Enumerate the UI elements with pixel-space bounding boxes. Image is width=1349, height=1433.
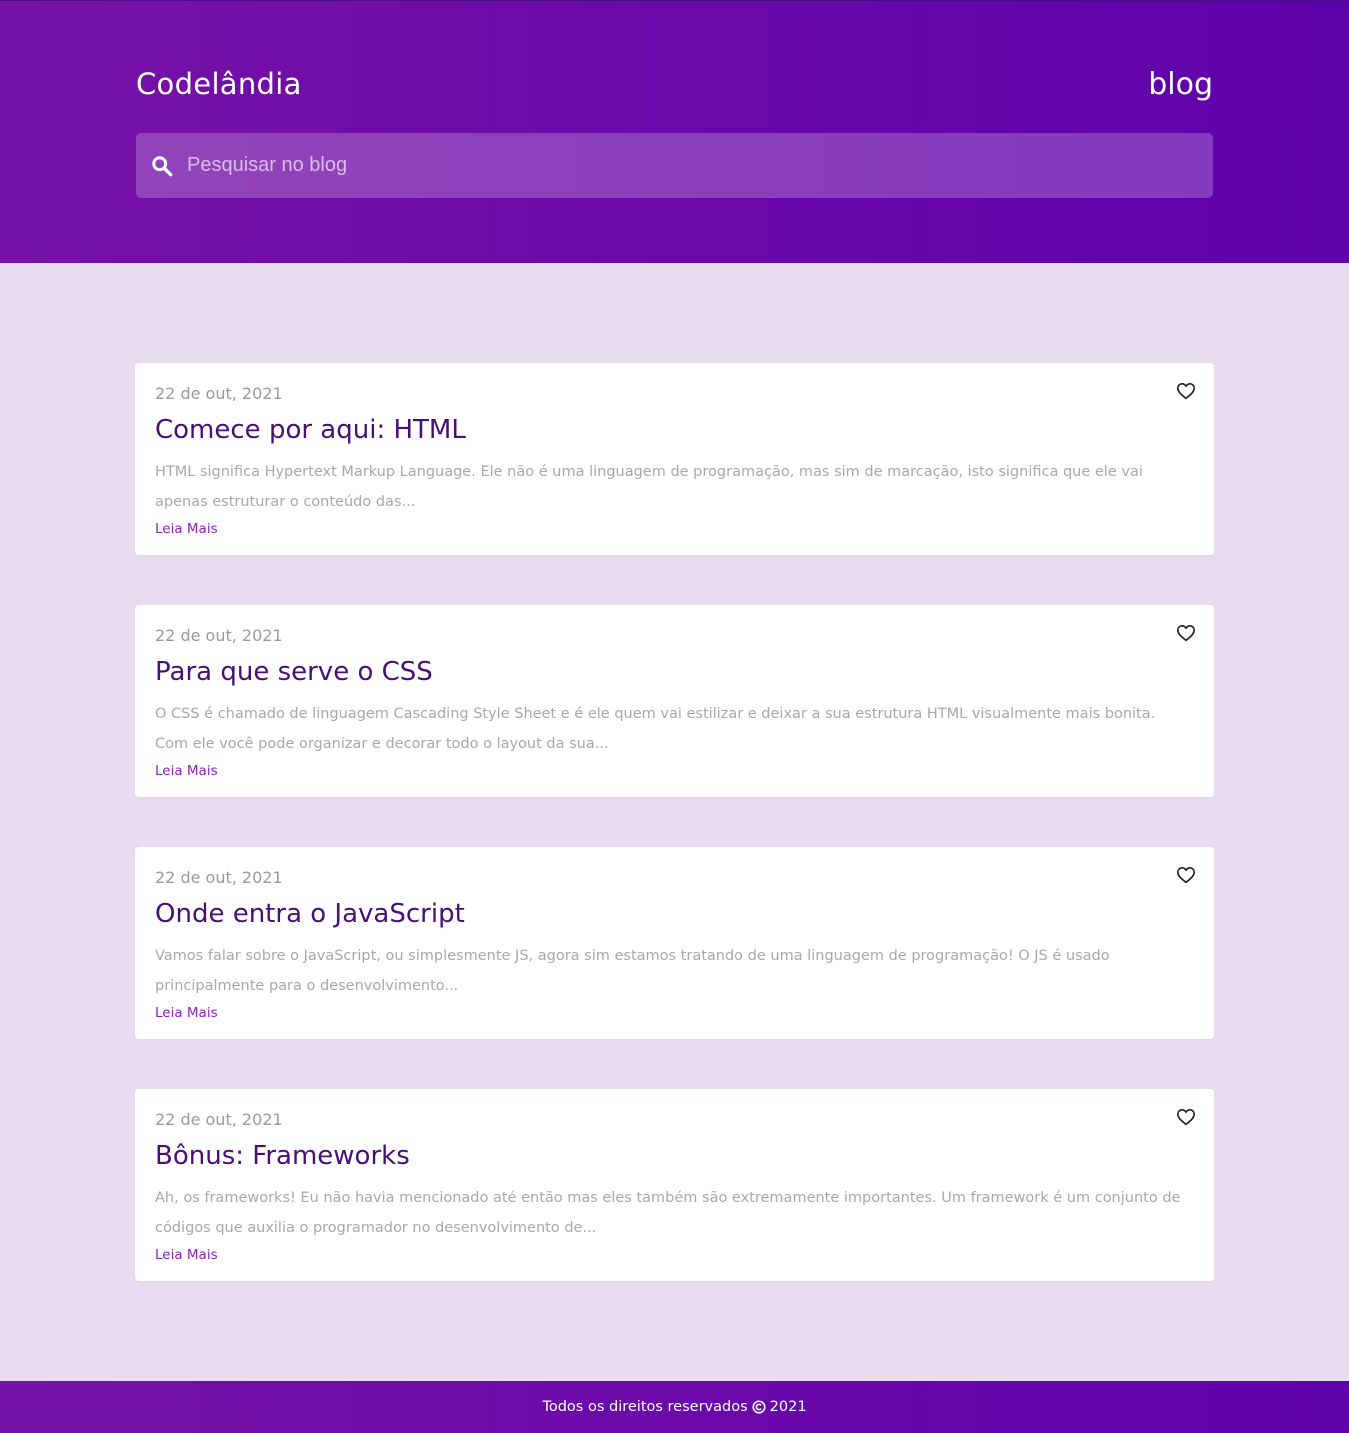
footer-year: 2021	[769, 1399, 807, 1415]
post-title[interactable]: Onde entra o JavaScript	[155, 897, 1194, 931]
post-excerpt: O CSS é chamado de linguagem Cascading S…	[155, 706, 1156, 752]
post-title[interactable]: Comece por aqui: HTML	[155, 413, 1194, 447]
search-icon[interactable]	[151, 155, 173, 177]
post-card: 22 de out, 2021 Bônus: Frameworks Ah, os…	[135, 1089, 1214, 1281]
search-bar[interactable]	[136, 133, 1213, 198]
read-more-link[interactable]: Leia Mais	[155, 517, 218, 541]
post-title[interactable]: Para que serve o CSS	[155, 655, 1194, 689]
heart-icon[interactable]	[1176, 1108, 1196, 1126]
post-title[interactable]: Bônus: Frameworks	[155, 1139, 1194, 1173]
site-footer: Todos os direitos reservados 2021	[0, 1381, 1349, 1433]
post-card: 22 de out, 2021 Comece por aqui: HTML HT…	[135, 363, 1214, 555]
post-date: 22 de out, 2021	[155, 626, 283, 645]
read-more-link[interactable]: Leia Mais	[155, 1001, 218, 1025]
post-card: 22 de out, 2021 Onde entra o JavaScript …	[135, 847, 1214, 1039]
heart-icon[interactable]	[1176, 382, 1196, 400]
post-excerpt: Ah, os frameworks! Eu não havia menciona…	[155, 1190, 1181, 1236]
heart-icon[interactable]	[1176, 866, 1196, 884]
post-list: 22 de out, 2021 Comece por aqui: HTML HT…	[135, 363, 1214, 1331]
nav-blog-link[interactable]: blog	[1148, 67, 1213, 102]
site-header: Codelândia blog	[0, 0, 1349, 263]
search-input[interactable]	[187, 133, 1213, 198]
read-more-link[interactable]: Leia Mais	[155, 759, 218, 783]
post-excerpt: Vamos falar sobre o JavaScript, ou simpl…	[155, 948, 1110, 994]
post-excerpt: HTML significa Hypertext Markup Language…	[155, 464, 1143, 510]
site-brand[interactable]: Codelândia	[136, 67, 302, 101]
post-date: 22 de out, 2021	[155, 1110, 283, 1129]
post-date: 22 de out, 2021	[155, 384, 283, 403]
copyright-icon	[752, 1400, 766, 1414]
read-more-link[interactable]: Leia Mais	[155, 1243, 218, 1267]
post-date: 22 de out, 2021	[155, 868, 283, 887]
heart-icon[interactable]	[1176, 624, 1196, 642]
footer-rights-text: Todos os direitos reservados	[542, 1399, 748, 1415]
post-card: 22 de out, 2021 Para que serve o CSS O C…	[135, 605, 1214, 797]
